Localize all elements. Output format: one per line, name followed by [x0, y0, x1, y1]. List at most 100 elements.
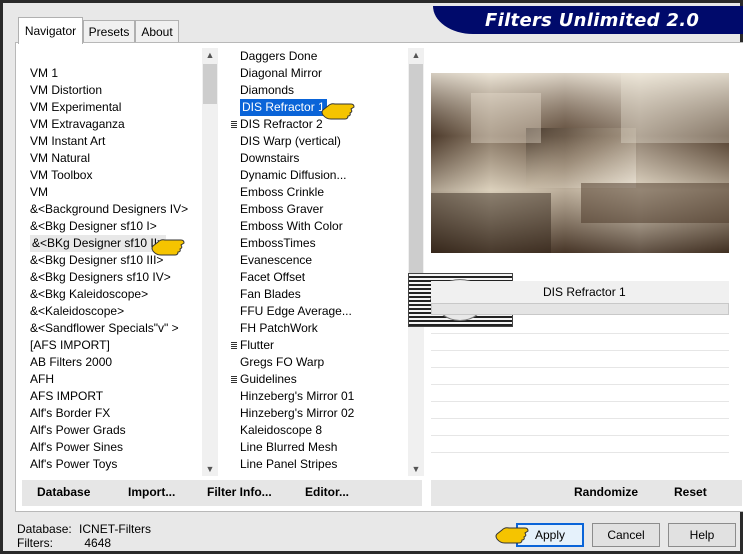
editor-button[interactable]: Editor...	[305, 485, 349, 499]
filter-label: EmbossTimes	[240, 236, 316, 250]
filter-label: Diamonds	[240, 83, 295, 97]
category-item[interactable]: Alf's Power Grads	[30, 422, 126, 439]
category-item[interactable]: VM Toolbox	[30, 167, 92, 184]
filter-label: Daggers Done	[240, 49, 318, 63]
scroll-down-icon[interactable]: ▼	[202, 462, 218, 476]
filter-info-button[interactable]: Filter Info...	[207, 485, 272, 499]
tab-presets[interactable]: Presets	[83, 20, 135, 43]
filter-scroll-thumb[interactable]	[409, 64, 423, 276]
category-list[interactable]: VM 1 VM Distortion VM Experimental VM Extra…	[24, 48, 210, 476]
filter-item[interactable]: Facet Offset	[226, 269, 406, 286]
scroll-down-icon[interactable]: ▼	[408, 462, 424, 476]
filter-label: Gregs FO Warp	[240, 355, 325, 369]
expandable-marker-icon	[231, 376, 237, 384]
filter-item[interactable]: DIS Refractor 2	[226, 116, 406, 133]
filter-item[interactable]: Gregs FO Warp	[226, 354, 406, 371]
filter-item[interactable]: Daggers Done	[226, 48, 406, 65]
filter-item[interactable]: DIS Warp (vertical)	[226, 133, 406, 150]
filter-item[interactable]: FFU Edge Average...	[226, 303, 406, 320]
filter-item[interactable]: Hinzeberg's Mirror 02	[226, 405, 406, 422]
filter-scrollbar[interactable]: ▲ ▼	[408, 48, 424, 476]
reset-button[interactable]: Reset	[674, 485, 707, 499]
cancel-button[interactable]: Cancel	[592, 523, 660, 547]
filter-label: FH PatchWork	[240, 321, 318, 335]
category-item[interactable]: AB Filters 2000	[30, 354, 112, 371]
import-button[interactable]: Import...	[128, 485, 175, 499]
tab-navigator[interactable]: Navigator	[18, 17, 83, 44]
parameter-row-line	[431, 333, 729, 334]
category-item[interactable]: Alf's Border FX	[30, 405, 110, 422]
filter-item[interactable]: Fan Blades	[226, 286, 406, 303]
right-toolbar: Randomize Reset	[431, 480, 742, 506]
category-item[interactable]: AFH	[30, 371, 54, 388]
filter-label: DIS Warp (vertical)	[240, 134, 341, 148]
category-item[interactable]: &<Bkg Designers sf10 IV>	[30, 269, 171, 286]
category-item[interactable]: Alf's Power Toys	[30, 456, 117, 473]
category-item[interactable]: [AFS IMPORT]	[30, 337, 110, 354]
category-item[interactable]: VM Experimental	[30, 99, 121, 116]
filter-item[interactable]: Guidelines	[226, 371, 406, 388]
filter-list[interactable]: Daggers Done Diagonal Mirror Diamonds DIS R…	[226, 48, 406, 476]
scroll-up-icon[interactable]: ▲	[202, 48, 218, 62]
filter-label: Emboss Crinkle	[240, 185, 325, 199]
left-toolbar: Database Import... Filter Info... Editor…	[22, 480, 422, 506]
category-item[interactable]: VM Extravaganza	[30, 116, 125, 133]
tab-about[interactable]: About	[135, 20, 179, 43]
filter-item[interactable]: Emboss Graver	[226, 201, 406, 218]
filter-item[interactable]: Downstairs	[226, 150, 406, 167]
filter-label: Line Blurred Mesh	[240, 440, 338, 454]
filter-item[interactable]: Emboss Crinkle	[226, 184, 406, 201]
category-item[interactable]: &<Bkg Designer sf10 I>	[30, 218, 157, 235]
filter-item[interactable]: Kaleidoscope 8	[226, 422, 406, 439]
expandable-marker-icon	[231, 121, 237, 129]
category-item[interactable]: AFS IMPORT	[30, 388, 103, 405]
category-scroll-thumb[interactable]	[203, 64, 217, 104]
category-item[interactable]: VM Natural	[30, 150, 90, 167]
filter-preview	[431, 73, 729, 253]
category-item[interactable]: VM 1	[30, 65, 58, 82]
filter-item[interactable]: Diamonds	[226, 82, 406, 99]
category-item[interactable]: Alf's Power Sines	[30, 439, 123, 456]
category-item[interactable]: &<Background Designers IV>	[30, 201, 188, 218]
parameter-row-line	[431, 401, 729, 402]
app-title: Filters Unlimited 2.0	[485, 10, 700, 31]
filters-label: Filters:	[17, 536, 53, 550]
parameter-row-line	[431, 350, 729, 351]
parameter-slider[interactable]	[431, 303, 729, 315]
category-item[interactable]: &<Bkg Designer sf10 III>	[30, 252, 163, 269]
filter-item[interactable]: Flutter	[226, 337, 406, 354]
filter-label: Downstairs	[240, 151, 300, 165]
filter-item[interactable]: Dynamic Diffusion...	[226, 167, 406, 184]
category-item[interactable]: VM Distortion	[30, 82, 102, 99]
category-item[interactable]: &<BKg Designer sf10 II>	[30, 235, 167, 252]
filter-label: Guidelines	[240, 372, 297, 386]
filter-label: DIS Refractor 2	[240, 117, 323, 131]
filters-count: 4648	[84, 536, 112, 550]
filter-label: Flutter	[240, 338, 275, 352]
filter-label: Emboss With Color	[240, 219, 343, 233]
filter-label: Evanescence	[240, 253, 313, 267]
category-item[interactable]: &<Sandflower Specials"v" >	[30, 320, 179, 337]
parameter-row-line	[431, 418, 729, 419]
filter-item[interactable]: Evanescence	[226, 252, 406, 269]
scroll-up-icon[interactable]: ▲	[408, 48, 424, 62]
filter-item[interactable]: FH PatchWork	[226, 320, 406, 337]
filter-item[interactable]: Diagonal Mirror	[226, 65, 406, 82]
category-item[interactable]: VM	[30, 184, 48, 201]
filter-item[interactable]: Emboss With Color	[226, 218, 406, 235]
category-item[interactable]: &<Kaleidoscope>	[30, 303, 124, 320]
filter-item[interactable]: Line Blurred Mesh	[226, 439, 406, 456]
filter-item[interactable]: Hinzeberg's Mirror 01	[226, 388, 406, 405]
filter-item[interactable]: Line Panel Stripes	[226, 456, 406, 473]
parameter-row-line	[431, 435, 729, 436]
category-item[interactable]: &<Bkg Kaleidoscope>	[30, 286, 148, 303]
filter-item[interactable]: EmbossTimes	[226, 235, 406, 252]
filter-label: Fan Blades	[240, 287, 301, 301]
database-button[interactable]: Database	[37, 485, 90, 499]
randomize-button[interactable]: Randomize	[574, 485, 638, 499]
category-item[interactable]: VM Instant Art	[30, 133, 105, 150]
pointing-hand-icon	[151, 239, 185, 256]
category-scrollbar[interactable]: ▲ ▼	[202, 48, 218, 476]
help-button[interactable]: Help	[668, 523, 736, 547]
filter-item[interactable]: DIS Refractor 1	[226, 99, 406, 116]
